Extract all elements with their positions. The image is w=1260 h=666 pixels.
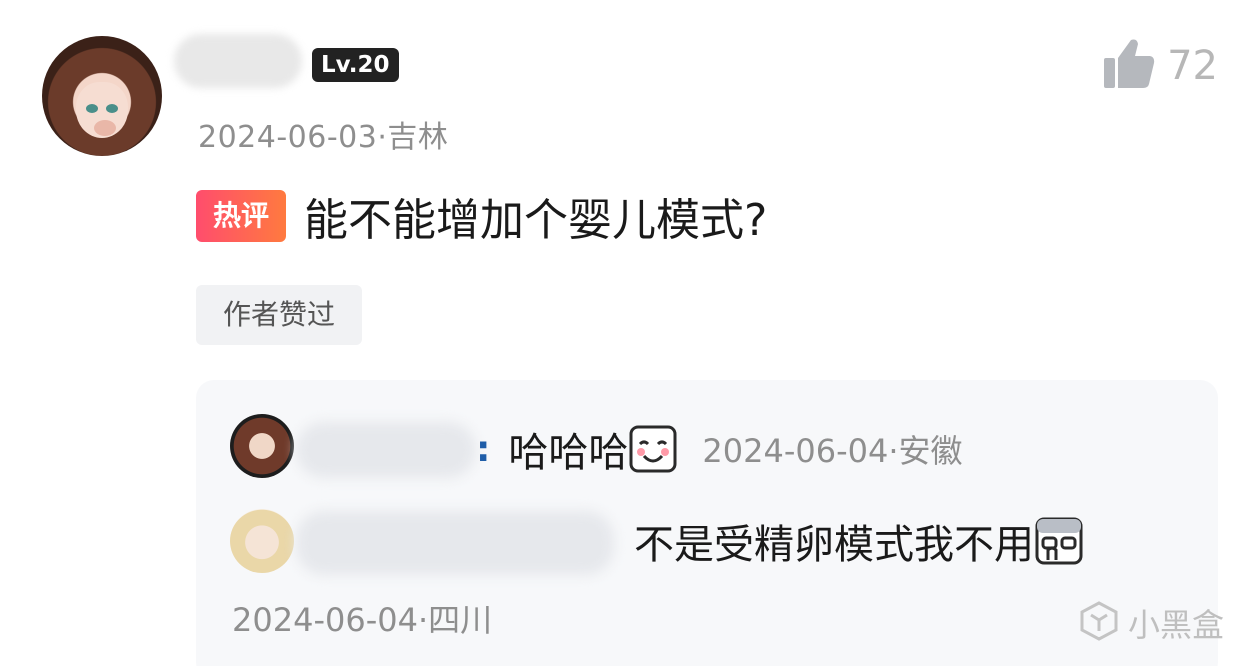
reply-text-2: 不是受精卵模式我不用 bbox=[634, 522, 1034, 568]
thumbs-up-icon bbox=[1103, 38, 1155, 94]
reply-1: : 哈哈哈 2024-06-04·安徽 bbox=[476, 420, 963, 478]
author-liked-badge: 作者赞过 bbox=[196, 285, 362, 345]
avatar-eye-right bbox=[106, 104, 118, 113]
reply-meta-1: 2024-06-04·安徽 bbox=[702, 432, 963, 470]
like-button[interactable]: 72 bbox=[1103, 38, 1218, 94]
reply-avatar-1[interactable] bbox=[230, 414, 294, 478]
level-badge: Lv.20 bbox=[312, 48, 399, 82]
like-count: 72 bbox=[1167, 43, 1218, 89]
smiling-face-emoji-icon bbox=[628, 424, 678, 474]
comment-meta: 2024-06-03·吉林 bbox=[198, 120, 449, 155]
reply-blurred-username-1[interactable] bbox=[296, 422, 476, 478]
reply-colon: : bbox=[476, 428, 491, 470]
avatar-hand bbox=[94, 120, 116, 136]
comment-body: 热评 能不能增加个婴儿模式? bbox=[196, 184, 767, 248]
reply-meta-2: 2024-06-04·四川 bbox=[232, 601, 493, 639]
blurred-username[interactable] bbox=[174, 34, 302, 88]
comment-text: 能不能增加个婴儿模式? bbox=[304, 195, 768, 246]
reply-2: 不是受精卵模式我不用 bbox=[634, 512, 1084, 570]
commenter-avatar[interactable] bbox=[42, 36, 162, 156]
reply-text-1: 哈哈哈 bbox=[508, 430, 629, 476]
heybox-logo-icon bbox=[1078, 600, 1120, 646]
hot-comment-badge: 热评 bbox=[196, 190, 286, 242]
watermark-text: 小黑盒 bbox=[1127, 606, 1224, 644]
reply-blurred-username-2[interactable] bbox=[296, 511, 614, 575]
avatar-eye-left bbox=[86, 104, 98, 113]
reply-avatar-2[interactable] bbox=[230, 509, 294, 573]
watermark: 小黑盒 bbox=[1078, 600, 1224, 646]
thinking-emoji-icon bbox=[1034, 516, 1084, 566]
